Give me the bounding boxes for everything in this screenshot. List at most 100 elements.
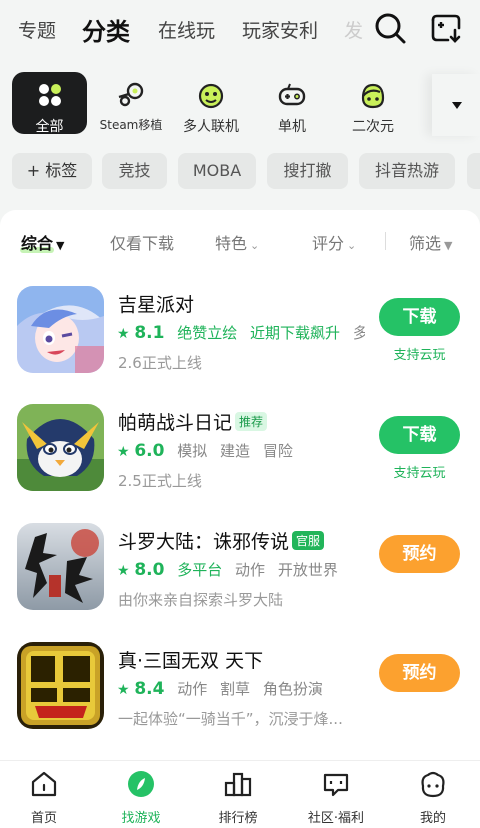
- download-button[interactable]: 下载: [379, 416, 460, 454]
- tab-category-label: 分类: [82, 18, 130, 46]
- game-tag: 多平台: [177, 561, 223, 579]
- download-button[interactable]: 下载: [379, 298, 460, 336]
- star-icon: ★: [117, 682, 130, 698]
- tab-player-recommend[interactable]: 玩家安利: [242, 16, 318, 43]
- gamepad-download-icon[interactable]: [428, 10, 464, 46]
- category-multiplayer[interactable]: 多人联机: [173, 72, 249, 136]
- ranking-icon: [224, 772, 252, 797]
- top-tab-bar: 专题 分类 在线玩 玩家安利 发: [0, 0, 480, 60]
- game-title: 帕萌战斗日记 推荐: [118, 408, 268, 435]
- steam-icon: [118, 82, 144, 107]
- chevron-down-icon: ⌄: [250, 239, 260, 252]
- compass-icon: [128, 771, 154, 797]
- filter-label: 评分: [312, 234, 345, 253]
- reserve-button[interactable]: 预约: [379, 535, 460, 573]
- game-score: 8.4: [134, 679, 165, 699]
- filter-screen[interactable]: 筛选 ▼: [409, 230, 452, 254]
- tag-chip[interactable]: MOBA: [178, 153, 256, 189]
- category-all[interactable]: 全部: [12, 72, 87, 135]
- home-icon: [31, 771, 57, 797]
- category-expand-button[interactable]: [432, 74, 480, 136]
- official-badge: 官服: [292, 531, 325, 550]
- cloud-play-link[interactable]: 支持云玩: [379, 344, 460, 363]
- chevron-down-icon: ⌄: [347, 239, 357, 252]
- tab-more[interactable]: 发: [344, 16, 363, 43]
- multiplayer-icon: [198, 83, 224, 109]
- community-icon: [323, 773, 349, 797]
- game-tag: 动作: [177, 680, 208, 698]
- game-subtitle: 2.5正式上线: [118, 472, 202, 490]
- filter-download-only[interactable]: 仅看下载: [110, 230, 174, 254]
- game-tag: 近期下载飙升: [250, 324, 341, 342]
- game-tag: 建造: [220, 442, 251, 460]
- cloud-play-link[interactable]: 支持云玩: [379, 462, 460, 481]
- game-subtitle: 一起体验“一骑当千”，沉浸于烽...: [118, 710, 343, 728]
- tag-chip[interactable]: 抖音热游: [359, 153, 455, 189]
- nav-find-games[interactable]: 找游戏: [101, 769, 181, 826]
- game-meta: ★ 8.1 绝赞立绘 近期下载飙升 多人...: [117, 322, 365, 343]
- game-icon-image: [17, 523, 104, 610]
- filter-label: 特色: [215, 234, 248, 253]
- category-label: 单机: [278, 119, 306, 135]
- category-anime[interactable]: 二次元: [335, 72, 411, 136]
- category-steam[interactable]: Steam移植: [93, 72, 169, 136]
- game-subtitle: 由你来亲自探索斗罗大陆: [118, 591, 284, 609]
- tab-play-online[interactable]: 在线玩: [158, 16, 215, 43]
- filter-divider: [385, 232, 386, 250]
- game-tag: 冒险: [262, 442, 293, 460]
- filter-overall[interactable]: 综合 ▼: [21, 230, 64, 254]
- game-tag: 绝赞立绘: [177, 324, 238, 342]
- star-icon: ★: [117, 326, 130, 342]
- game-row[interactable]: 吉星派对 ★ 8.1 绝赞立绘 近期下载飙升 多人... 2.6正式上线 下载 …: [0, 286, 480, 396]
- game-title: 斗罗大陆：诛邪传说 官服: [118, 527, 325, 554]
- tab-category[interactable]: 分类: [82, 12, 130, 49]
- grid-icon: [38, 84, 61, 106]
- game-row[interactable]: 真·三国无双 天下 ★ 8.4 动作 割草 角色扮演 一起体验“一骑当千”，沉浸…: [0, 642, 480, 752]
- nav-label: 社区·福利: [307, 811, 365, 826]
- game-tag: 多人...: [352, 324, 365, 342]
- star-icon: ★: [117, 444, 130, 460]
- nav-profile[interactable]: 我的: [393, 769, 473, 826]
- category-label: 多人联机: [183, 119, 239, 135]
- game-tag: 开放世界: [277, 561, 338, 579]
- nav-ranking[interactable]: 排行榜: [198, 769, 278, 826]
- nav-label: 排行榜: [218, 811, 258, 826]
- category-label: 全部: [35, 119, 64, 135]
- game-icon-image: [17, 642, 104, 729]
- game-meta: ★ 8.4 动作 割草 角色扮演: [117, 678, 365, 699]
- game-title: 真·三国无双 天下: [118, 650, 264, 672]
- search-icon[interactable]: [372, 10, 408, 46]
- anime-icon: [361, 83, 385, 109]
- funnel-icon: ▼: [444, 239, 453, 252]
- game-row[interactable]: 斗罗大陆：诛邪传说 官服 ★ 8.0 多平台 动作 开放世界 由你来亲自探索斗罗大…: [0, 523, 480, 633]
- game-score: 8.1: [134, 323, 165, 343]
- game-title-text: 斗罗大陆：诛邪传说: [118, 531, 290, 553]
- game-tag: 角色扮演: [262, 680, 323, 698]
- category-single-player[interactable]: 单机: [254, 72, 330, 136]
- game-icon-image: [17, 286, 104, 373]
- filter-rating[interactable]: 评分 ⌄: [312, 230, 356, 254]
- nav-community[interactable]: 社区·福利: [296, 769, 376, 826]
- nav-label: 找游戏: [121, 811, 161, 826]
- filter-features[interactable]: 特色 ⌄: [215, 230, 259, 254]
- game-title: 吉星派对: [118, 294, 195, 316]
- category-label: Steam移植: [99, 118, 163, 132]
- game-tag: 割草: [220, 680, 251, 698]
- profile-icon: [421, 771, 445, 798]
- add-tag-chip[interactable]: + 标签: [12, 153, 92, 189]
- tag-chip-overflow[interactable]: [467, 153, 480, 189]
- game-row[interactable]: 帕萌战斗日记 推荐 ★ 6.0 模拟 建造 冒险 2.5正式上线 下载 支持云玩: [0, 404, 480, 514]
- star-icon: ★: [117, 563, 130, 579]
- game-score: 8.0: [134, 560, 165, 580]
- tag-chip[interactable]: 竞技: [102, 153, 167, 189]
- game-meta: ★ 6.0 模拟 建造 冒险: [117, 440, 365, 461]
- nav-label: 首页: [30, 811, 57, 826]
- chevron-down-icon: ▼: [56, 239, 65, 252]
- reserve-button[interactable]: 预约: [379, 654, 460, 692]
- nav-label: 我的: [419, 811, 446, 826]
- bottom-nav: 首页 找游戏 排行榜 社区·福利 我的: [0, 760, 480, 828]
- tag-chip[interactable]: 搜打撤: [267, 153, 348, 189]
- nav-home[interactable]: 首页: [4, 769, 84, 826]
- filter-label: 综合: [21, 234, 54, 253]
- tab-topics[interactable]: 专题: [18, 16, 56, 43]
